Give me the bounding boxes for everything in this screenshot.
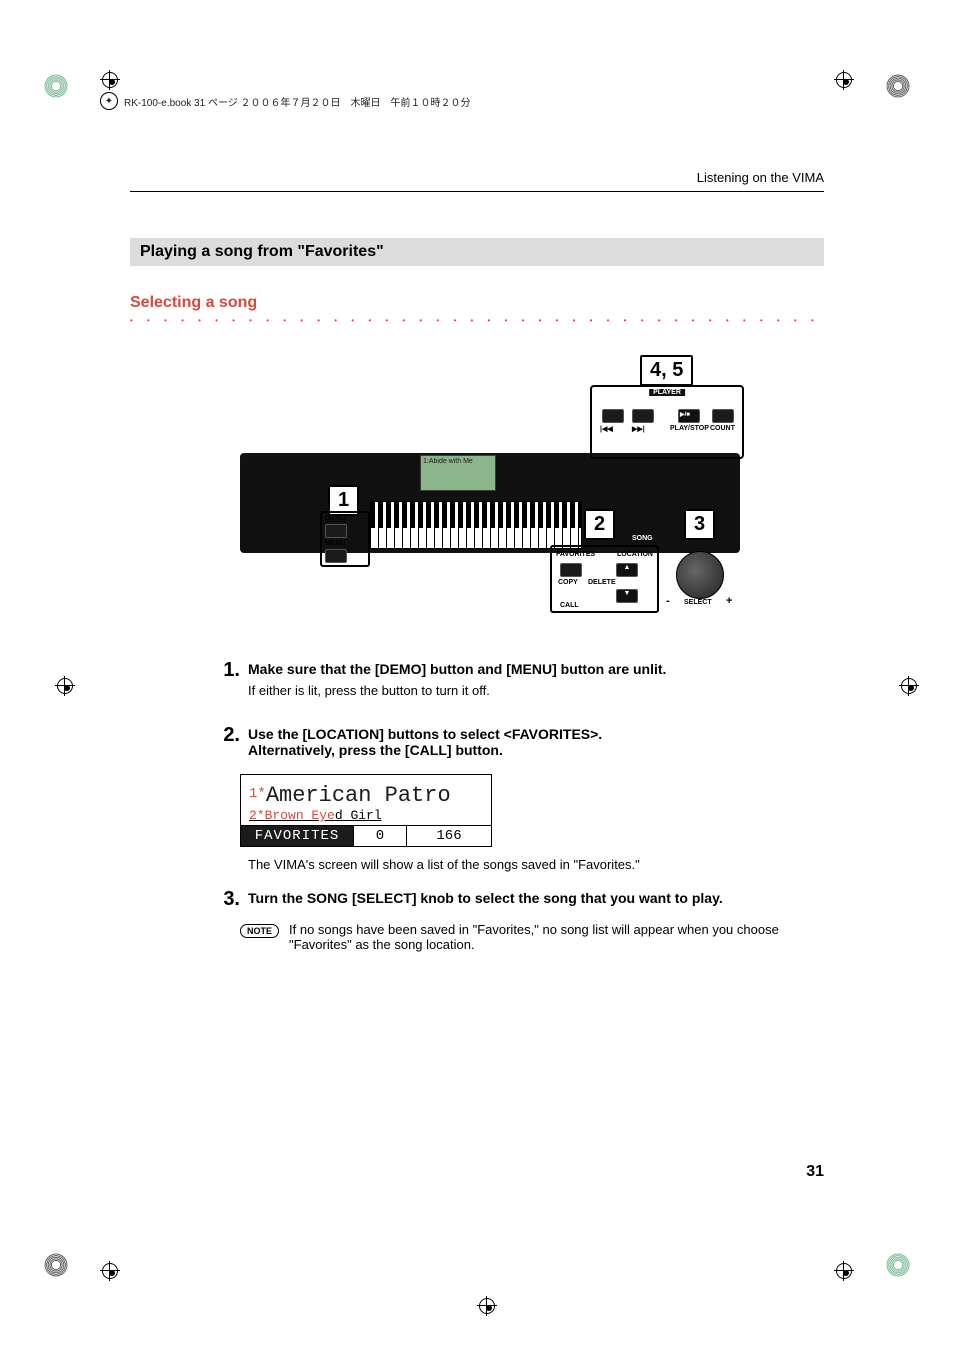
call-label: CALL — [560, 602, 579, 609]
note-badge: NOTE — [240, 924, 279, 938]
menu-button-icon — [325, 549, 347, 563]
screen-illustration: 1*American Patro 2*Brown Eyed Girl FAVOR… — [240, 774, 492, 847]
lcd-measure: 0 — [354, 826, 407, 846]
plus-label: + — [726, 595, 732, 607]
count-button-icon — [712, 409, 734, 423]
step-text: If either is lit, press the button to tu… — [248, 683, 824, 698]
note-text: If no songs have been saved in "Favorite… — [289, 922, 824, 952]
section-title: Playing a song from "Favorites" — [130, 238, 824, 266]
step-head: Turn the SONG [SELECT] knob to select th… — [248, 890, 824, 906]
callout-4-5: 4, 5 — [640, 355, 693, 386]
location-label: LOCATION — [617, 551, 653, 558]
copy-label: COPY — [558, 579, 578, 586]
lcd-line2-asterisk: * — [257, 808, 265, 823]
song-label: SONG — [628, 535, 657, 542]
lcd-favorites-tag: FAVORITES — [241, 826, 354, 846]
next-icon: ▶▶| — [632, 425, 645, 433]
crop-mark-icon — [834, 70, 854, 90]
step-head: Make sure that the [DEMO] button and [ME… — [248, 661, 824, 677]
favorites-button-icon — [560, 563, 582, 577]
crop-disc-icon — [884, 72, 912, 100]
lcd-line2-num: 2 — [249, 808, 257, 823]
callout-3: 3 — [684, 509, 715, 540]
crop-mark-icon — [834, 1261, 854, 1281]
loc-down-button-icon: ▼ — [616, 589, 638, 603]
delete-label: DELETE — [588, 579, 616, 586]
player-outline: PLAYER |◀◀ ▶▶| ▶/■ PLAY/STOP COUNT — [590, 385, 744, 459]
demo-label: DEMO — [325, 515, 365, 522]
crop-mark-icon — [100, 70, 120, 90]
fav-loc-outline: FAVORITES LOCATION ▲ COPY DELETE ▼ CALL — [550, 545, 659, 613]
play-icon: ▶/■ — [680, 411, 690, 418]
callout-2: 2 — [584, 509, 615, 540]
lcd-line1: American Patro — [266, 783, 451, 808]
print-header-text: RK-100-e.book 31 ページ ２００６年７月２０日 木曜日 午前１０… — [124, 94, 471, 109]
lcd-icon: 1:Abide with Me — [420, 455, 496, 491]
step-number: 3. — [210, 888, 240, 912]
prev-icon: |◀◀ — [600, 425, 613, 433]
book-icon: ✦ — [100, 92, 118, 110]
crop-mark-icon — [100, 1261, 120, 1281]
demo-button-icon — [325, 524, 347, 538]
panel-diagram: 1:Abide with Me PLAYER |◀◀ ▶▶| ▶/■ PLAY/… — [240, 355, 740, 635]
prev-button-icon — [602, 409, 624, 423]
lcd-tempo: 166 — [407, 826, 491, 846]
print-header: ✦ RK-100-e.book 31 ページ ２００６年７月２０日 木曜日 午前… — [100, 92, 854, 110]
crop-disc-icon — [42, 72, 70, 100]
menu-label: MENU — [325, 540, 365, 547]
lcd-text: 1:Abide with Me — [423, 458, 473, 465]
select-dial-icon — [676, 551, 724, 599]
page-number: 31 — [806, 1163, 824, 1181]
step-number: 1. — [210, 659, 240, 716]
lcd-line2-rest: d Girl — [335, 808, 382, 823]
favorites-label: FAVORITES — [556, 551, 595, 558]
after-lcd-text: The VIMA's screen will show a list of th… — [248, 857, 824, 872]
play-stop-label: PLAY/STOP — [670, 425, 709, 432]
demo-menu-outline: DEMO MENU — [320, 511, 370, 567]
step-number: 2. — [210, 724, 240, 764]
loc-up-button-icon: ▲ — [616, 563, 638, 577]
player-label: PLAYER — [649, 389, 685, 396]
crop-disc-icon — [884, 1251, 912, 1279]
count-label: COUNT — [710, 425, 735, 432]
lcd-line2-red: Brown Eye — [265, 808, 335, 823]
minus-label: - — [666, 595, 670, 607]
page-chapter: Listening on the VIMA — [130, 170, 824, 192]
select-label: SELECT — [684, 599, 712, 606]
song-area: SONG FAVORITES LOCATION ▲ COPY DELETE ▼ … — [550, 535, 740, 615]
dotted-rule: • • • • • • • • • • • • • • • • • • • • … — [130, 316, 824, 325]
next-button-icon — [632, 409, 654, 423]
crop-disc-icon — [42, 1251, 70, 1279]
subsection-title: Selecting a song — [130, 294, 824, 312]
step-head: Use the [LOCATION] buttons to select <FA… — [248, 726, 824, 758]
lcd-asterisk: * — [257, 786, 265, 802]
